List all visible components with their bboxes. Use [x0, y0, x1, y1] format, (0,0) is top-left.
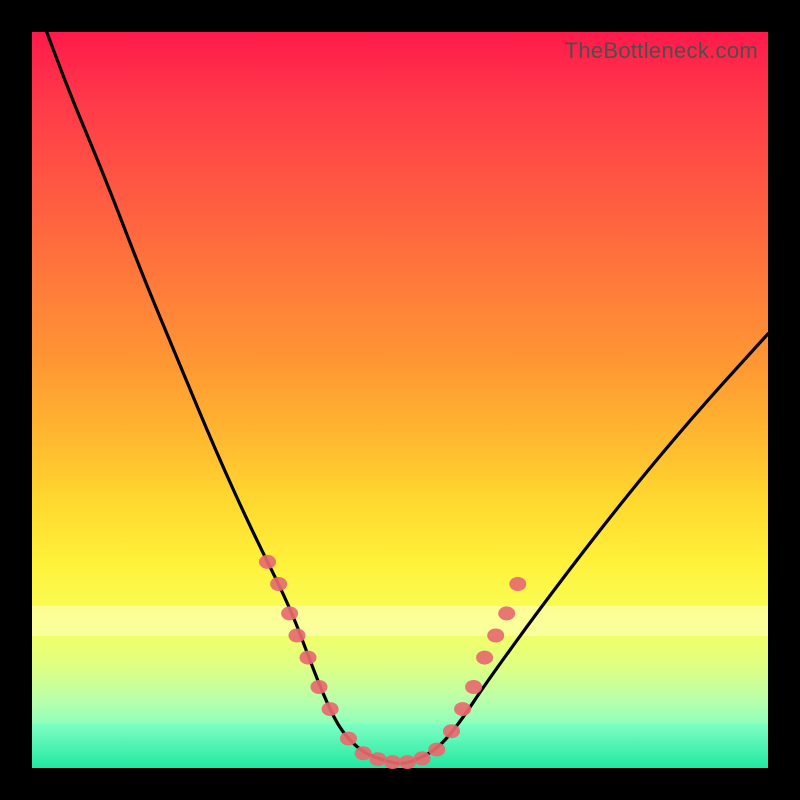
marker-group — [259, 555, 526, 769]
marker-point — [355, 746, 372, 760]
marker-point — [311, 680, 328, 694]
marker-point — [384, 755, 401, 769]
marker-point — [428, 743, 445, 757]
marker-point — [498, 606, 515, 620]
marker-point — [322, 702, 339, 716]
marker-point — [289, 629, 306, 643]
marker-point — [476, 651, 493, 665]
marker-point — [281, 606, 298, 620]
bottleneck-curve — [47, 32, 768, 763]
marker-point — [487, 629, 504, 643]
curve-svg — [32, 32, 768, 768]
marker-point — [270, 577, 287, 591]
marker-point — [454, 702, 471, 716]
plot-area: TheBottleneck.com — [32, 32, 768, 768]
marker-point — [443, 724, 460, 738]
marker-point — [399, 755, 416, 769]
marker-point — [509, 577, 526, 591]
chart-frame: TheBottleneck.com — [0, 0, 800, 800]
marker-point — [414, 751, 431, 765]
marker-point — [465, 680, 482, 694]
marker-point — [340, 732, 357, 746]
marker-point — [369, 752, 386, 766]
marker-point — [259, 555, 276, 569]
marker-point — [300, 651, 317, 665]
